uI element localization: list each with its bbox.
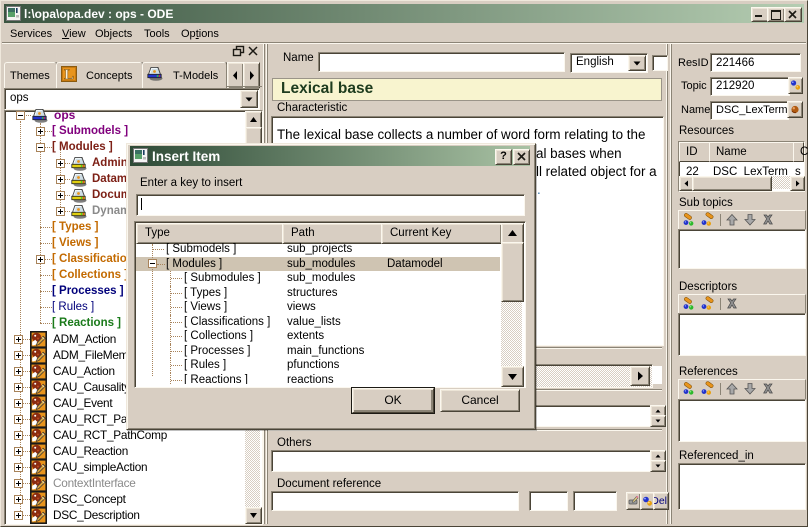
svg-text:L: L [64, 67, 74, 83]
